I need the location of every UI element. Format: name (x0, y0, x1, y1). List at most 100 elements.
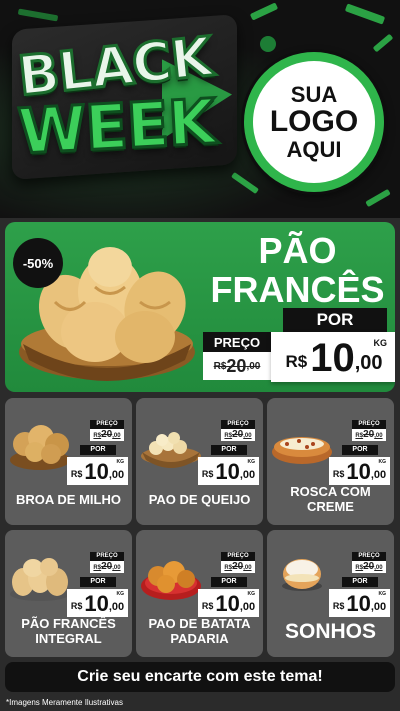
new-price-int: 10 (215, 459, 240, 484)
old-price-box: PREÇO R$20,00 (221, 552, 255, 573)
new-price-dec: ,00 (354, 352, 383, 374)
old-price-currency: R$ (93, 565, 102, 571)
price-unit: KG (373, 338, 388, 348)
new-price-int: 10 (215, 591, 240, 616)
old-price-dec: ,00 (374, 433, 383, 439)
confetti-decoration (344, 3, 386, 25)
old-price-currency: R$ (93, 433, 102, 439)
old-price-int: 20 (363, 561, 375, 572)
new-price: R$ 10,00 KG (67, 457, 128, 485)
old-price-currency: R$ (355, 565, 364, 571)
cta-button[interactable]: Crie seu encarte com este tema! (5, 662, 395, 692)
old-price-dec: ,00 (112, 565, 121, 571)
new-price-int: 10 (310, 336, 355, 380)
old-price: R$20,00 (352, 561, 386, 573)
new-price-label: POR (80, 577, 116, 587)
old-price-currency: R$ (355, 433, 364, 439)
product-name: PAO DE QUEIJO (148, 491, 251, 507)
old-price-label: PREÇO (90, 420, 124, 429)
old-price-label: PREÇO (352, 420, 386, 429)
new-price-currency: R$ (332, 601, 345, 611)
new-price: R$ 10,00 KG (329, 457, 390, 485)
logo-text-line2: LOGO (269, 105, 359, 139)
product-card[interactable]: PREÇO R$20,00 POR R$ 10,00 KG PAO DE QUEIJ… (136, 398, 263, 525)
product-name: PÃO FRANCÊS INTEGRAL (21, 616, 116, 646)
confetti-decoration (249, 2, 279, 21)
new-price-currency: R$ (70, 601, 83, 611)
header-banner: BLACK WEEK SUA LOGO AQUI (0, 0, 400, 218)
old-price-currency: R$ (213, 360, 227, 372)
old-price: R$20,00 (203, 352, 271, 380)
potato-bread-image (141, 561, 201, 600)
product-card[interactable]: PREÇO R$20,00 POR R$ 10,00 KG PAO DE BATAT… (136, 530, 263, 657)
old-price-label: PREÇO (221, 420, 255, 429)
new-price: R$ 10,00 KG (329, 589, 390, 617)
product-card[interactable]: PREÇO R$20,00 POR R$ 10,00 KG SONHOS (267, 530, 394, 657)
discount-badge: -50% (13, 238, 63, 288)
new-price-currency: R$ (201, 601, 214, 611)
old-price-label: PREÇO (203, 332, 271, 352)
old-price-box: PREÇO R$20,00 (90, 552, 124, 573)
confetti-decoration (365, 188, 391, 208)
old-price-int: 20 (363, 429, 375, 440)
product-card[interactable]: PREÇO R$20,00 POR R$ 10,00 KG BROA DE MILH… (5, 398, 132, 525)
new-price-label: POR (211, 577, 247, 587)
product-name: PAO DE BATATA PADARIA (148, 616, 251, 646)
old-price: R$20,00 (221, 561, 255, 573)
price-unit: KG (116, 591, 125, 597)
new-price-int: 10 (346, 591, 371, 616)
product-card[interactable]: PREÇO R$20,00 POR R$ 10,00 KG ROSCA COM CR… (267, 398, 394, 525)
old-price-box: PREÇO R$20,00 (352, 552, 386, 573)
new-price-dec: ,00 (370, 469, 387, 481)
logo-text-line3: AQUI (286, 136, 342, 162)
old-price: R$20,00 (90, 561, 124, 573)
old-price-box: PREÇO R$20,00 (352, 420, 386, 441)
old-price: R$20,00 (90, 429, 124, 441)
old-price-dec: ,00 (243, 433, 252, 439)
featured-product-card[interactable]: -50% PÃO FRANCÊS PREÇO R$ 20,00 POR R$ 10… (5, 222, 395, 392)
old-price-int: 20 (232, 429, 244, 440)
product-card[interactable]: PREÇO R$20,00 POR R$ 10,00 KG PÃO FRANCÊS … (5, 530, 132, 657)
new-price-int: 10 (346, 459, 371, 484)
new-price-int: 10 (84, 459, 109, 484)
new-price-dec: ,00 (108, 469, 125, 481)
confetti-decoration (372, 33, 394, 53)
new-price: R$ 10 ,00 KG (271, 332, 395, 382)
featured-product-name: PÃO FRANCÊS (205, 231, 390, 310)
logo-text-line1: SUA (290, 82, 338, 108)
old-price-int: 20 (101, 429, 113, 440)
product-name: BROA DE MILHO (16, 491, 121, 507)
old-price-dec: ,00 (374, 565, 383, 571)
wholegrain-bread-image (10, 558, 70, 601)
logo-placeholder[interactable]: SUA LOGO AQUI (244, 52, 384, 192)
old-price-currency: R$ (224, 565, 233, 571)
confetti-decoration (260, 36, 276, 52)
old-price-box: PREÇO R$20,00 (90, 420, 124, 441)
old-price-int: 20 (226, 355, 247, 376)
corn-bread-image (10, 425, 70, 470)
new-price-int: 10 (84, 591, 109, 616)
old-price-dec: ,00 (246, 360, 261, 372)
new-price-dec: ,00 (239, 601, 256, 613)
new-price-label: POR (283, 308, 387, 332)
old-price: R$20,00 (352, 429, 386, 441)
old-price-int: 20 (232, 561, 244, 572)
price-unit: KG (247, 591, 256, 597)
product-name: ROSCA COM CREME (290, 484, 371, 514)
old-price-dec: ,00 (243, 565, 252, 571)
new-price-dec: ,00 (108, 601, 125, 613)
old-price-int: 20 (101, 561, 113, 572)
featured-name-line2: FRANCÊS (210, 268, 385, 310)
new-price-dec: ,00 (239, 469, 256, 481)
confetti-decoration (17, 8, 59, 22)
new-price-currency: R$ (332, 469, 345, 479)
new-price-currency: R$ (285, 352, 308, 371)
old-price-dec: ,00 (112, 433, 121, 439)
new-price: R$ 10,00 KG (198, 589, 259, 617)
old-price-label: PREÇO (90, 552, 124, 561)
confetti-decoration (230, 171, 260, 195)
new-price-currency: R$ (70, 469, 83, 479)
product-grid: PREÇO R$20,00 POR R$ 10,00 KG BROA DE MILH… (5, 398, 395, 658)
sonho-image (282, 559, 322, 591)
old-price: R$20,00 (221, 429, 255, 441)
